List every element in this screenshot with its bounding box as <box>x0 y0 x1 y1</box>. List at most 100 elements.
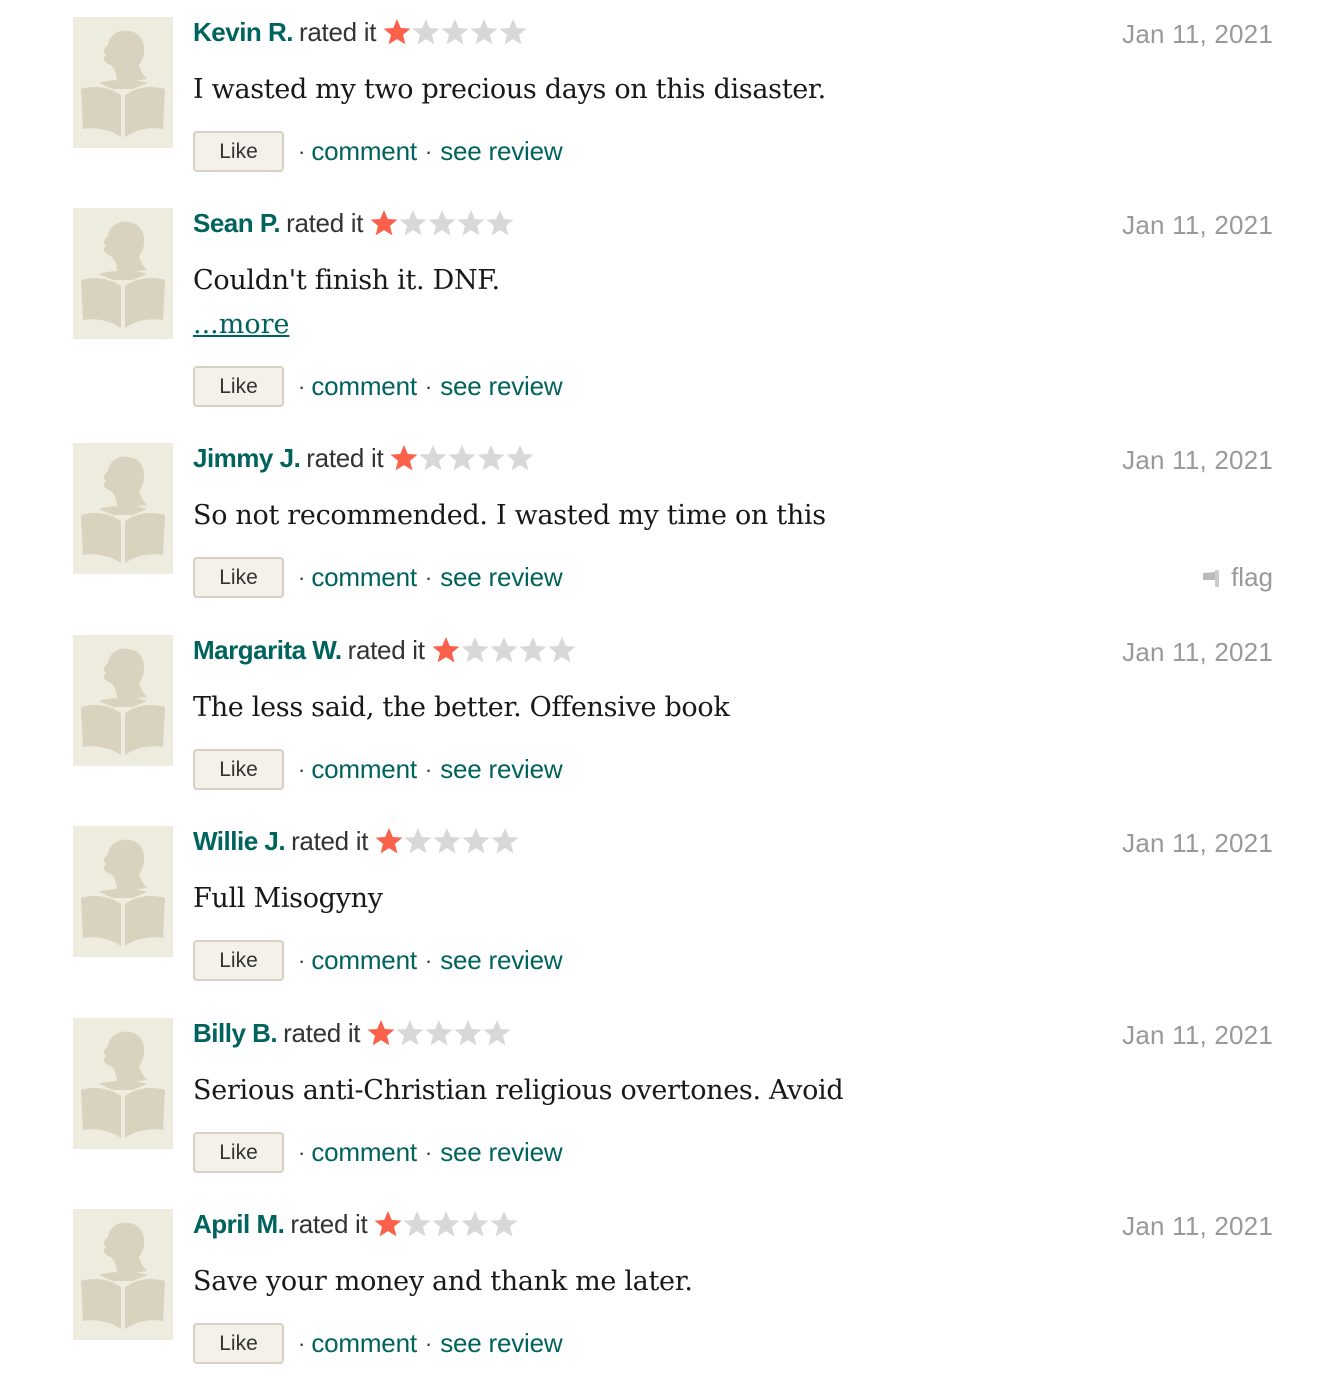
reader-silhouette-icon <box>81 456 165 563</box>
review-item: Willie J. rated it Jan 11, 2021 Full Mis… <box>73 826 1273 1018</box>
review-list: Kevin R. rated it Jan 11, 2021 I wasted … <box>73 17 1273 1400</box>
like-button[interactable]: Like <box>193 131 284 172</box>
rated-it-label: rated it <box>306 442 384 473</box>
review-text: Full Misogyny <box>193 883 383 914</box>
reviewer-name-link[interactable]: April M. <box>193 1209 285 1240</box>
rated-it-label: rated it <box>291 825 369 856</box>
star-filled-icon <box>366 1018 396 1048</box>
review-header: Billy B. rated it <box>193 1016 1273 1050</box>
comment-link[interactable]: comment <box>311 371 417 402</box>
like-button[interactable]: Like <box>193 749 284 790</box>
review-date[interactable]: Jan 11, 2021 <box>1122 19 1273 50</box>
separator: · <box>424 947 433 973</box>
star-filled-icon <box>373 1209 403 1239</box>
more-link[interactable]: ...more <box>193 308 1273 342</box>
review-actions: Like · comment · see review <box>193 1323 1273 1364</box>
like-button[interactable]: Like <box>193 557 284 598</box>
review-body: Margarita W. rated it Jan 11, 2021 The l… <box>193 635 1273 826</box>
review-date[interactable]: Jan 11, 2021 <box>1122 445 1273 476</box>
comment-link[interactable]: comment <box>311 1137 417 1168</box>
star-rating <box>389 443 534 473</box>
reviewer-name-link[interactable]: Billy B. <box>193 1018 278 1049</box>
flag-label: flag <box>1231 562 1273 592</box>
user-avatar[interactable] <box>73 826 173 957</box>
review-date[interactable]: Jan 11, 2021 <box>1122 828 1273 859</box>
review-item: Margarita W. rated it Jan 11, 2021 The l… <box>73 635 1273 826</box>
review-header: April M. rated it <box>193 1207 1273 1241</box>
star-filled-icon <box>389 443 419 473</box>
see-review-link[interactable]: see review <box>440 136 562 167</box>
reader-silhouette-icon <box>81 1222 165 1329</box>
star-empty-icon <box>411 17 441 47</box>
review-actions: Like · comment · see review <box>193 131 1273 172</box>
star-filled-icon <box>374 826 404 856</box>
see-review-link[interactable]: see review <box>440 1328 562 1359</box>
star-empty-icon <box>418 443 448 473</box>
review-date[interactable]: Jan 11, 2021 <box>1122 1211 1273 1242</box>
user-avatar[interactable] <box>73 635 173 766</box>
like-button[interactable]: Like <box>193 1132 284 1173</box>
comment-link[interactable]: comment <box>311 945 417 976</box>
reader-silhouette-icon <box>81 1031 165 1138</box>
user-avatar[interactable] <box>73 1209 173 1340</box>
star-empty-icon <box>460 635 490 665</box>
review-item: Sean P. rated it Jan 11, 2021 Couldn't f… <box>73 208 1273 443</box>
comment-link[interactable]: comment <box>311 562 417 593</box>
review-date[interactable]: Jan 11, 2021 <box>1122 637 1273 668</box>
review-actions: Like · comment · see review flag <box>193 557 1273 598</box>
star-empty-icon <box>395 1018 425 1048</box>
like-button[interactable]: Like <box>193 940 284 981</box>
review-body: Jimmy J. rated it Jan 11, 2021 So not re… <box>193 443 1273 635</box>
review-actions: Like · comment · see review <box>193 749 1273 790</box>
star-empty-icon <box>469 17 499 47</box>
review-date[interactable]: Jan 11, 2021 <box>1122 1020 1273 1051</box>
separator: · <box>298 756 306 782</box>
reviewer-name-link[interactable]: Margarita W. <box>193 635 342 666</box>
star-empty-icon <box>432 826 462 856</box>
review-item: Billy B. rated it Jan 11, 2021 Serious a… <box>73 1018 1273 1209</box>
star-rating <box>431 635 576 665</box>
star-empty-icon <box>498 17 528 47</box>
review-item: April M. rated it Jan 11, 2021 Save your… <box>73 1209 1273 1400</box>
user-avatar[interactable] <box>73 208 173 339</box>
flag-link[interactable]: flag <box>1201 562 1273 593</box>
reviewer-name-link[interactable]: Sean P. <box>193 208 281 239</box>
review-actions: Like · comment · see review <box>193 366 1273 407</box>
see-review-link[interactable]: see review <box>440 1137 562 1168</box>
star-empty-icon <box>453 1018 483 1048</box>
reader-silhouette-icon <box>81 30 165 137</box>
separator: · <box>298 564 306 590</box>
comment-link[interactable]: comment <box>311 136 417 167</box>
review-date[interactable]: Jan 11, 2021 <box>1122 210 1273 241</box>
user-avatar[interactable] <box>73 443 173 574</box>
star-rating <box>382 17 527 47</box>
user-avatar[interactable] <box>73 17 173 148</box>
reader-silhouette-icon <box>81 839 165 946</box>
separator: · <box>298 1139 306 1165</box>
review-text: So not recommended. I wasted my time on … <box>193 500 826 531</box>
user-avatar[interactable] <box>73 1018 173 1149</box>
see-review-link[interactable]: see review <box>440 945 562 976</box>
star-empty-icon <box>547 635 577 665</box>
rated-it-label: rated it <box>283 1017 361 1048</box>
like-button[interactable]: Like <box>193 1323 284 1364</box>
comment-link[interactable]: comment <box>311 1328 417 1359</box>
star-empty-icon <box>485 208 515 238</box>
star-empty-icon <box>427 208 457 238</box>
separator: · <box>298 1330 306 1356</box>
review-text: Serious anti-Christian religious overton… <box>193 1075 844 1106</box>
reviewer-name-link[interactable]: Willie J. <box>193 826 286 857</box>
star-empty-icon <box>447 443 477 473</box>
star-empty-icon <box>505 443 535 473</box>
star-empty-icon <box>431 1209 461 1239</box>
star-empty-icon <box>476 443 506 473</box>
comment-link[interactable]: comment <box>311 754 417 785</box>
rated-it-label: rated it <box>299 16 377 47</box>
see-review-link[interactable]: see review <box>440 371 562 402</box>
reviewer-name-link[interactable]: Jimmy J. <box>193 443 301 474</box>
see-review-link[interactable]: see review <box>440 562 562 593</box>
reviewer-name-link[interactable]: Kevin R. <box>193 17 294 48</box>
like-button[interactable]: Like <box>193 366 284 407</box>
see-review-link[interactable]: see review <box>440 754 562 785</box>
star-empty-icon <box>460 1209 490 1239</box>
